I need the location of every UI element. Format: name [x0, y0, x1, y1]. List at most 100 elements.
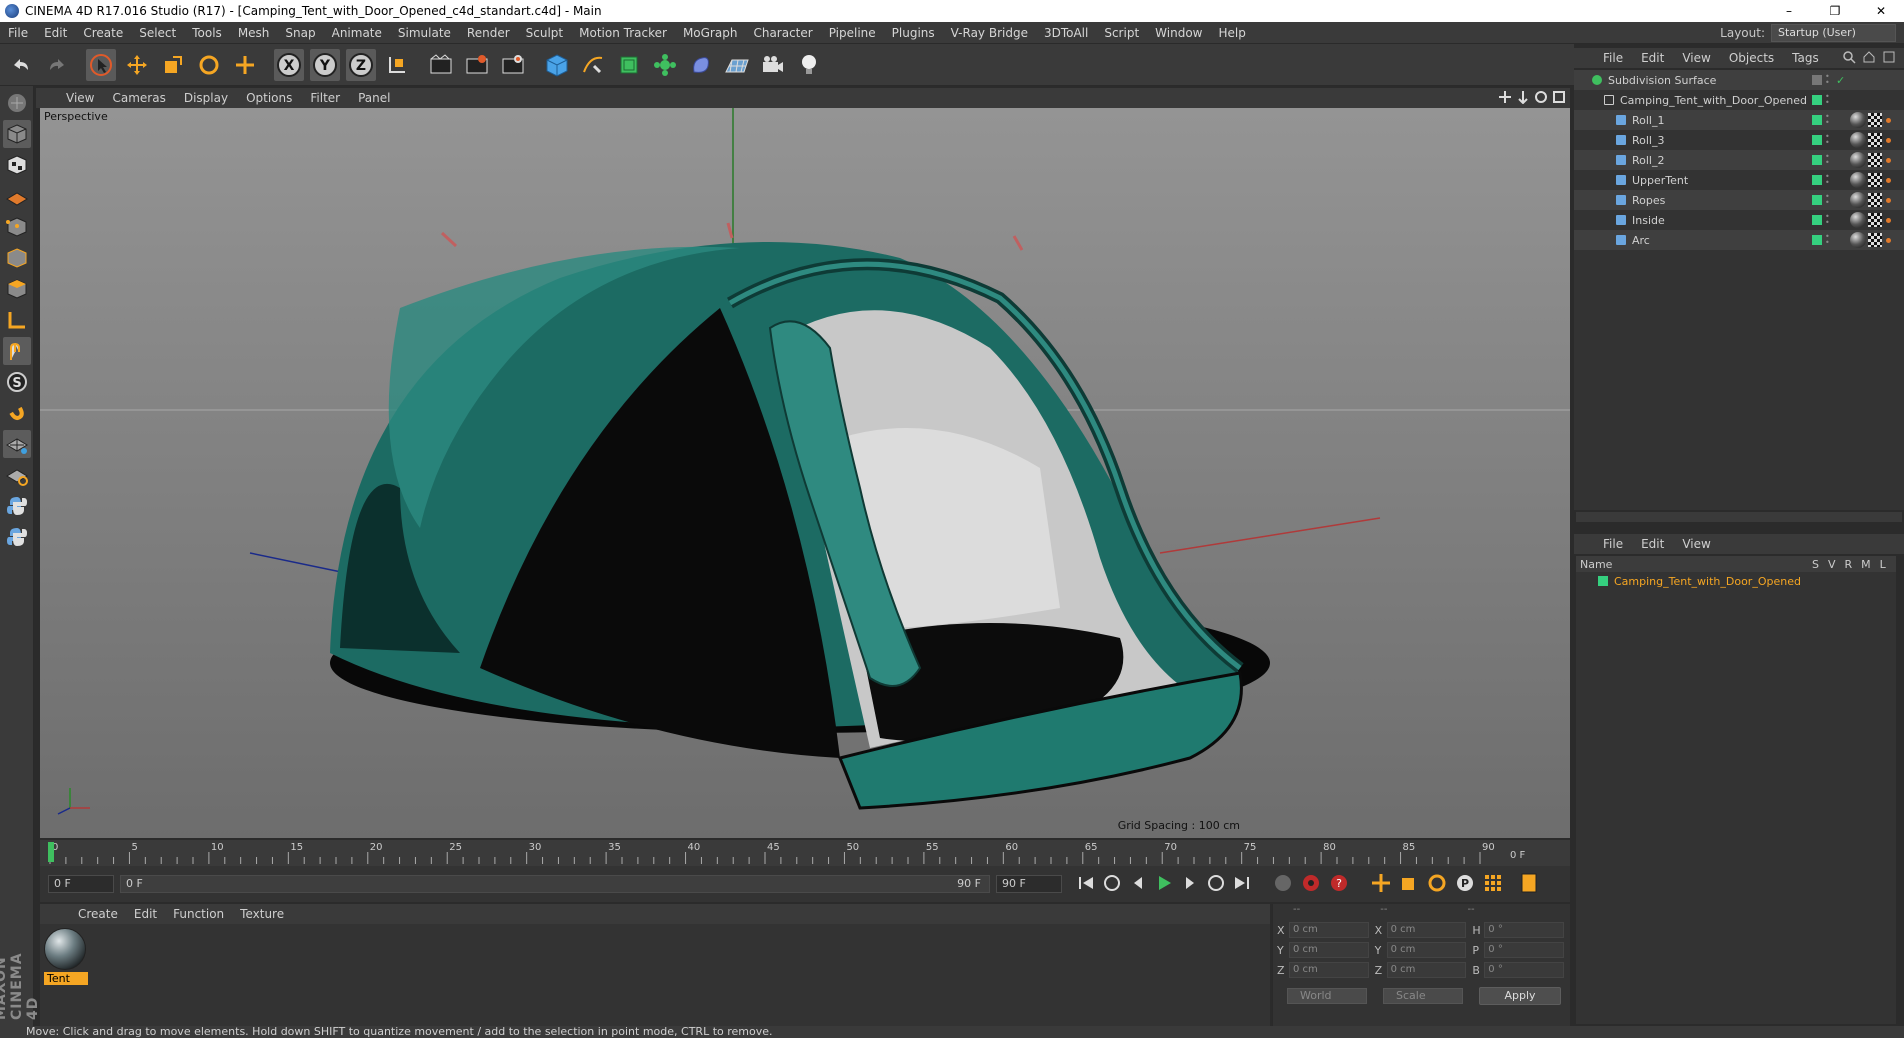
menu-tools[interactable]: Tools — [184, 22, 230, 44]
viewport-orbit-icon[interactable] — [1534, 90, 1548, 107]
material-tag-icon[interactable] — [1850, 152, 1866, 168]
layer-col-locked[interactable]: L — [1880, 558, 1886, 571]
uvw-tag-icon[interactable] — [1868, 233, 1882, 247]
object-menu-objects[interactable]: Objects — [1720, 51, 1783, 65]
timeline-ruler[interactable]: 0 5 10 15 20 25 30 35 40 45 50 55 60 65 70 75 80 85 90 0 F — [40, 840, 1570, 866]
menu-file[interactable]: File — [0, 22, 36, 44]
object-row[interactable]: Ropes • • — [1574, 190, 1904, 210]
workplane-mode-icon[interactable] — [3, 182, 31, 210]
move-tool-icon[interactable] — [122, 49, 152, 81]
phong-tag-icon[interactable] — [1886, 237, 1891, 243]
render-view-icon[interactable] — [426, 49, 456, 81]
layer-color-swatch[interactable] — [1812, 115, 1822, 125]
object-menu-tags[interactable]: Tags — [1783, 51, 1828, 65]
go-to-end-icon[interactable] — [1232, 873, 1252, 896]
key-rotation-icon[interactable] — [1426, 872, 1448, 897]
uvw-tag-icon[interactable] — [1868, 133, 1882, 147]
close-button[interactable]: ✕ — [1858, 0, 1904, 22]
polygons-mode-icon[interactable] — [3, 275, 31, 303]
uvw-tag-icon[interactable] — [1868, 153, 1882, 167]
key-scale-icon[interactable] — [1398, 872, 1420, 897]
redo-icon[interactable] — [42, 49, 72, 81]
menu-plugins[interactable]: Plugins — [884, 22, 943, 44]
material-menu-texture[interactable]: Texture — [232, 907, 292, 921]
object-row[interactable]: Roll_2 • • — [1574, 150, 1904, 170]
menu-vray-bridge[interactable]: V-Ray Bridge — [943, 22, 1036, 44]
layer-col-render[interactable]: R — [1845, 558, 1853, 571]
light-icon[interactable] — [794, 49, 824, 81]
points-mode-icon[interactable] — [3, 213, 31, 241]
viewport-menu-filter[interactable]: Filter — [301, 91, 349, 105]
solo-mode-icon[interactable]: S — [3, 368, 31, 396]
menu-animate[interactable]: Animate — [324, 22, 390, 44]
axis-mode-icon[interactable] — [3, 306, 31, 334]
uvw-tag-icon[interactable] — [1868, 213, 1882, 227]
menu-motion-tracker[interactable]: Motion Tracker — [571, 22, 675, 44]
render-settings-icon[interactable] — [498, 49, 528, 81]
material-tag-icon[interactable] — [1850, 232, 1866, 248]
menu-window[interactable]: Window — [1147, 22, 1210, 44]
layer-color-swatch[interactable] — [1812, 215, 1822, 225]
autokey-icon[interactable] — [1300, 872, 1322, 897]
visibility-dots-icon[interactable]: • • — [1825, 173, 1831, 187]
uvw-tag-icon[interactable] — [1868, 193, 1882, 207]
coordinate-mode-dropdown[interactable]: World — [1287, 988, 1367, 1004]
previous-key-icon[interactable] — [1102, 873, 1122, 896]
layer-color-swatch[interactable] — [1812, 95, 1822, 105]
visibility-dots-icon[interactable]: • • — [1825, 113, 1831, 127]
cube-primitive-icon[interactable] — [542, 49, 572, 81]
material-menu-edit[interactable]: Edit — [126, 907, 165, 921]
viewport-menu-display[interactable]: Display — [175, 91, 237, 105]
next-key-icon[interactable] — [1206, 873, 1226, 896]
go-to-start-icon[interactable] — [1076, 873, 1096, 896]
apply-button[interactable]: Apply — [1479, 987, 1561, 1005]
viewport-maximize-icon[interactable] — [1552, 90, 1566, 107]
play-icon[interactable] — [1154, 873, 1174, 896]
object-manager-scrollbar[interactable] — [1576, 512, 1902, 522]
visibility-dots-icon[interactable]: • • — [1825, 233, 1831, 247]
live-selection-icon[interactable] — [86, 48, 116, 81]
rotate-tool-icon[interactable] — [194, 49, 224, 81]
layer-menu-edit[interactable]: Edit — [1632, 537, 1673, 551]
record-keys-icon[interactable] — [1272, 872, 1294, 897]
object-home-icon[interactable] — [1862, 50, 1876, 67]
material-tag-icon[interactable] — [1850, 172, 1866, 188]
pos-x-field[interactable]: 0 cm — [1288, 922, 1369, 938]
rot-b-field[interactable]: 0 ° — [1484, 962, 1565, 978]
scale-tool-icon[interactable] — [158, 49, 188, 81]
transform-tool-icon[interactable] — [230, 49, 260, 81]
layer-color-swatch[interactable] — [1812, 75, 1822, 85]
object-row[interactable]: Roll_3 • • — [1574, 130, 1904, 150]
floor-icon[interactable] — [722, 49, 752, 81]
previous-frame-icon[interactable] — [1128, 873, 1148, 896]
menu-script[interactable]: Script — [1096, 22, 1147, 44]
material-menu-create[interactable]: Create — [70, 907, 126, 921]
object-row[interactable]: UpperTent • • — [1574, 170, 1904, 190]
edges-mode-icon[interactable] — [3, 244, 31, 272]
enabled-check-icon[interactable]: ✓ — [1836, 74, 1845, 87]
uvw-tag-icon[interactable] — [1868, 113, 1882, 127]
texture-mode-icon[interactable] — [3, 151, 31, 179]
timeline-playhead[interactable] — [48, 842, 54, 862]
tweak-mode-icon[interactable] — [3, 337, 31, 365]
object-row[interactable]: Inside • • — [1574, 210, 1904, 230]
material-swatch[interactable]: Tent — [44, 928, 88, 985]
y-axis-lock-icon[interactable]: Y — [310, 48, 340, 81]
rot-h-field[interactable]: 0 ° — [1484, 922, 1565, 938]
z-axis-lock-icon[interactable]: Z — [346, 48, 376, 81]
transform-mode-dropdown[interactable]: Scale — [1383, 988, 1463, 1004]
key-position-icon[interactable] — [1370, 872, 1392, 897]
menu-mesh[interactable]: Mesh — [230, 22, 278, 44]
current-frame-field[interactable]: 0 F — [1510, 850, 1526, 861]
render-to-picture-viewer-icon[interactable] — [462, 49, 492, 81]
viewport-menu-options[interactable]: Options — [237, 91, 301, 105]
size-x-field[interactable]: 0 cm — [1386, 922, 1467, 938]
menu-3dtoall[interactable]: 3DToAll — [1036, 22, 1096, 44]
phong-tag-icon[interactable] — [1886, 137, 1891, 143]
layer-col-solo[interactable]: S — [1812, 558, 1819, 571]
layer-menu-view[interactable]: View — [1673, 537, 1719, 551]
object-new-view-icon[interactable] — [1882, 50, 1896, 67]
visibility-dots-icon[interactable]: • • — [1825, 193, 1831, 207]
object-row[interactable]: Roll_1 • • — [1574, 110, 1904, 130]
frame-range-slider[interactable]: 0 F 90 F — [120, 875, 990, 893]
